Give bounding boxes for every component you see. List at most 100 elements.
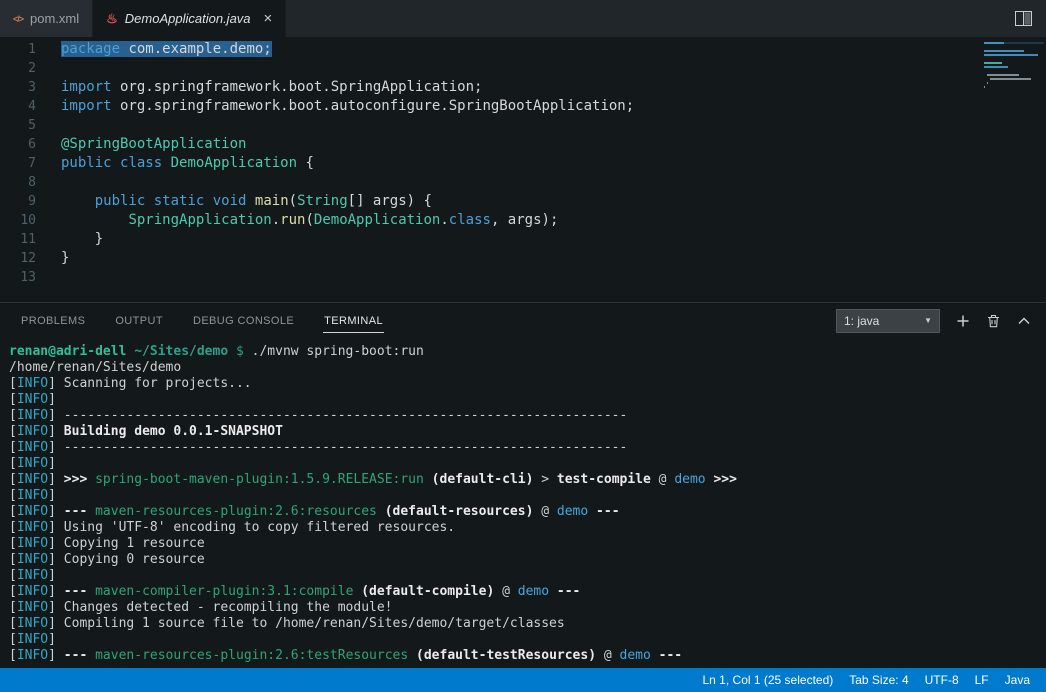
token: Building demo 0.0.1-SNAPSHOT — [64, 424, 283, 439]
token: ] Scanning for projects... — [48, 376, 252, 391]
token: ~/Sites/demo — [134, 344, 228, 359]
token: test-compile — [557, 472, 651, 487]
token: org.springframework.boot.SpringApplicati… — [112, 79, 483, 95]
token: public — [95, 193, 146, 209]
token: INFO — [17, 392, 48, 407]
status-end-of-line[interactable]: LF — [967, 673, 997, 687]
token: @ — [494, 584, 517, 599]
token: (default-resources) — [385, 504, 534, 519]
new-terminal-icon[interactable] — [955, 313, 971, 329]
token: { — [297, 155, 314, 171]
token — [424, 472, 432, 487]
token: [ — [9, 568, 17, 583]
code-line: 8 — [0, 173, 1046, 192]
token: ] — [48, 632, 56, 647]
token: INFO — [17, 584, 48, 599]
line-number: 13 — [0, 268, 36, 287]
line-number: 1 — [0, 40, 36, 59]
token: INFO — [17, 536, 48, 551]
token: [ — [9, 584, 17, 599]
token: ] — [48, 584, 64, 599]
token: ] — [48, 568, 56, 583]
line-number: 6 — [0, 135, 36, 154]
line-number: 10 — [0, 211, 36, 230]
token: [] args) { — [348, 193, 432, 209]
code-line: 7public class DemoApplication { — [0, 154, 1046, 173]
status-encoding[interactable]: UTF-8 — [917, 673, 967, 687]
token: import — [61, 79, 112, 95]
token: [ — [9, 456, 17, 471]
panel-tab-debug-console[interactable]: DEBUG CONSOLE — [192, 308, 295, 333]
terminal-line: [INFO] — [9, 392, 1046, 408]
token: --- — [64, 504, 95, 519]
token: import — [61, 98, 112, 114]
token: [ — [9, 424, 17, 439]
close-icon[interactable]: × — [264, 11, 273, 26]
editor-tab-demoapplication-java[interactable]: ♨DemoApplication.java× — [93, 0, 286, 37]
token — [61, 193, 95, 209]
editor-tab-pom-xml[interactable]: </>pom.xml — [0, 0, 93, 37]
code-text: import org.springframework.boot.autoconf… — [61, 97, 634, 116]
minimap-line — [984, 90, 1044, 92]
minimap-line — [984, 50, 1044, 52]
token: INFO — [17, 552, 48, 567]
terminal-line: [INFO] Scanning for projects... — [9, 376, 1046, 392]
token: ] — [48, 488, 56, 503]
panel-tab-output[interactable]: OUTPUT — [114, 308, 164, 333]
status-bar-right: Ln 1, Col 1 (25 selected)Tab Size: 4UTF-… — [695, 673, 1046, 687]
kill-terminal-icon[interactable] — [986, 313, 1001, 329]
status-indentation[interactable]: Tab Size: 4 — [841, 673, 916, 687]
terminal-output[interactable]: renan@adri-dell ~/Sites/demo $ ./mvnw sp… — [0, 338, 1046, 668]
token: [ — [9, 392, 17, 407]
token: void — [213, 193, 247, 209]
caret-down-icon: ▼ — [924, 316, 932, 325]
line-number: 3 — [0, 78, 36, 97]
maximize-panel-icon[interactable] — [1016, 313, 1032, 329]
minimap-line — [984, 82, 1044, 84]
status-cursor-position[interactable]: Ln 1, Col 1 (25 selected) — [695, 673, 842, 687]
token: maven-compiler-plugin:3.1:compile — [95, 584, 353, 599]
minimap-line — [984, 62, 1044, 64]
token: [ — [9, 488, 17, 503]
token: INFO — [17, 504, 48, 519]
token: demo — [674, 472, 705, 487]
split-editor-icon[interactable] — [1015, 11, 1032, 26]
token: class — [120, 155, 162, 171]
token: DemoApplication — [171, 155, 297, 171]
terminal-picker-label: 1: java — [844, 314, 879, 328]
token: public — [61, 155, 112, 171]
token: INFO — [17, 648, 48, 663]
status-language-mode[interactable]: Java — [997, 673, 1038, 687]
terminal-line: [INFO] Compiling 1 source file to /home/… — [9, 616, 1046, 632]
code-line: 1package com.example.demo; — [0, 40, 1046, 59]
minimap-line — [984, 66, 1044, 68]
panel-actions: 1: java ▼ — [836, 309, 1032, 333]
token: > — [533, 472, 556, 487]
terminal-line: [INFO] — [9, 488, 1046, 504]
minimap-line — [984, 54, 1044, 56]
editor-tab-bar: </>pom.xml♨DemoApplication.java× — [0, 0, 1046, 37]
line-number: 9 — [0, 192, 36, 211]
terminal-line: /home/renan/Sites/demo — [9, 360, 1046, 376]
token: ] — [48, 648, 64, 663]
token — [549, 584, 557, 599]
terminal-line: [INFO] >>> spring-boot-maven-plugin:1.5.… — [9, 472, 1046, 488]
terminal-line: [INFO] --- maven-resources-plugin:2.6:re… — [9, 504, 1046, 520]
tab-label: pom.xml — [30, 11, 79, 26]
token: ] Copying 1 resource — [48, 536, 205, 551]
token: --- — [557, 584, 580, 599]
token: String — [297, 193, 348, 209]
code-line: 10 SpringApplication.run(DemoApplication… — [0, 211, 1046, 230]
token: INFO — [17, 456, 48, 471]
panel-tab-terminal[interactable]: TERMINAL — [323, 308, 384, 333]
minimap[interactable] — [984, 42, 1044, 94]
terminal-line: [INFO] Building demo 0.0.1-SNAPSHOT — [9, 424, 1046, 440]
terminal-picker[interactable]: 1: java ▼ — [836, 309, 940, 333]
code-editor[interactable]: 1package com.example.demo;23import org.s… — [0, 37, 1046, 302]
token: (default-testResources) — [416, 648, 596, 663]
panel-tab-problems[interactable]: PROBLEMS — [20, 308, 86, 333]
token: INFO — [17, 632, 48, 647]
token: org.springframework.boot.autoconfigure.S… — [112, 98, 635, 114]
token: ( — [305, 212, 313, 228]
line-number: 12 — [0, 249, 36, 268]
